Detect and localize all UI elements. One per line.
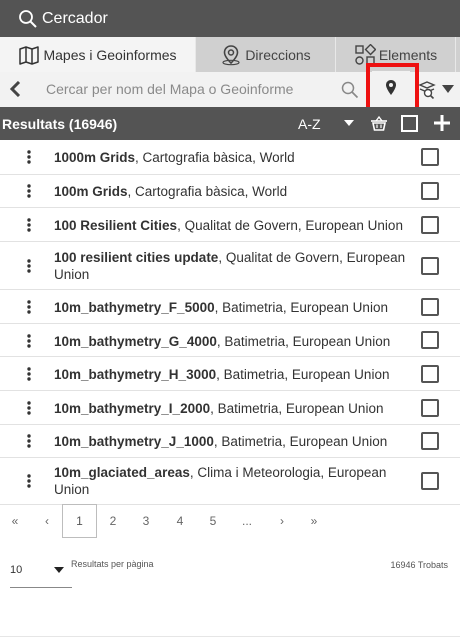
list-item[interactable]: 10m_bathymetry_I_2000, Batimetria, Europ… — [0, 391, 460, 425]
per-page-value: 10 — [10, 564, 23, 576]
page-prev[interactable]: ‹ — [37, 504, 57, 538]
tab-label: Elements — [378, 46, 438, 63]
page-1[interactable]: 1 — [62, 504, 97, 538]
more-options-icon[interactable] — [26, 474, 32, 488]
item-name: 100m Grids — [54, 184, 128, 199]
title-bar: Cercador — [0, 0, 460, 37]
page-5[interactable]: 5 — [202, 504, 224, 538]
place-marker-icon — [222, 44, 240, 65]
page-first[interactable]: « — [4, 504, 26, 538]
list-item[interactable]: 10m_glaciated_areas, Clima i Meteorologi… — [0, 458, 460, 505]
search-input[interactable] — [34, 76, 334, 102]
more-options-icon[interactable] — [26, 150, 32, 164]
tab-direccions[interactable]: Direccions — [196, 37, 336, 72]
layers-search-icon[interactable] — [418, 79, 436, 99]
item-checkbox[interactable] — [421, 331, 439, 349]
item-name: 10m_bathymetry_J_1000 — [54, 434, 214, 449]
item-name: 10m_glaciated_areas — [54, 465, 190, 480]
cercador-panel: Cercador Mapes i Geoinformes Direccions — [0, 0, 460, 644]
more-options-icon[interactable] — [26, 367, 32, 381]
item-checkbox[interactable] — [421, 148, 439, 166]
item-checkbox[interactable] — [421, 472, 439, 490]
map-icon — [19, 45, 40, 65]
list-item[interactable]: 10m_bathymetry_F_5000, Batimetria, Europ… — [0, 290, 460, 324]
more-options-icon[interactable] — [26, 334, 32, 348]
divider — [0, 636, 460, 637]
highlight-box — [366, 63, 419, 113]
item-meta: , Qualitat de Govern, European Union — [177, 218, 403, 233]
tab-label: Mapes i Geoinformes — [43, 46, 177, 63]
basket-icon[interactable] — [370, 115, 388, 133]
item-meta: , Batimetria, European Union — [216, 334, 391, 349]
select-all-checkbox[interactable] — [401, 115, 418, 132]
item-name: 10m_bathymetry_I_2000 — [54, 401, 211, 416]
item-name: 100 Resilient Cities — [54, 218, 178, 233]
list-item[interactable]: 1000m Grids, Cartografia bàsica, World — [0, 140, 460, 175]
item-name: 100 resilient cities update — [54, 250, 219, 265]
item-meta: , Cartografia bàsica, World — [135, 150, 295, 165]
results-count-title: Resultats (16946) — [2, 116, 118, 132]
item-name: 10m_bathymetry_F_5000 — [54, 300, 215, 315]
tab-label: Direccions — [245, 46, 311, 63]
item-meta: , Batimetria, European Union — [210, 401, 384, 416]
item-checkbox[interactable] — [421, 257, 439, 275]
item-meta: , Cartografia bàsica, World — [127, 184, 288, 199]
search-icon[interactable] — [341, 81, 359, 99]
item-checkbox[interactable] — [421, 182, 439, 200]
chevron-left-icon — [9, 81, 21, 97]
results-list: 1000m Grids, Cartografia bàsica, World 1… — [0, 140, 460, 505]
item-checkbox[interactable] — [421, 399, 439, 417]
item-checkbox[interactable] — [421, 365, 439, 383]
found-count: 16946 Trobats — [390, 560, 448, 570]
more-options-icon[interactable] — [26, 259, 32, 273]
search-icon — [19, 9, 37, 28]
page-4[interactable]: 4 — [169, 504, 191, 538]
more-options-icon[interactable] — [26, 434, 32, 448]
page-2[interactable]: 2 — [102, 504, 124, 538]
item-meta: , Batimetria, European Union — [216, 367, 390, 382]
item-checkbox[interactable] — [421, 298, 439, 316]
item-checkbox[interactable] — [421, 432, 439, 450]
page-last[interactable]: » — [303, 504, 325, 538]
list-item[interactable]: 100 Resilient Cities, Qualitat de Govern… — [0, 208, 460, 242]
more-options-icon[interactable] — [26, 218, 32, 232]
sort-toggle[interactable]: A-Z — [298, 116, 321, 132]
tab-mapes-geoinformes[interactable]: Mapes i Geoinformes — [0, 37, 196, 72]
sort-caret-icon[interactable] — [344, 120, 354, 126]
item-meta: , Batimetria, European Union — [213, 434, 388, 449]
page-3[interactable]: 3 — [135, 504, 157, 538]
list-item[interactable]: 10m_bathymetry_G_4000, Batimetria, Europ… — [0, 324, 460, 357]
item-meta: , Batimetria, European Union — [214, 300, 388, 315]
page-ellipsis: ... — [241, 514, 252, 528]
item-name: 10m_bathymetry_G_4000 — [54, 334, 217, 349]
item-name: 10m_bathymetry_H_3000 — [54, 367, 217, 382]
per-page-label: Resultats per pàgina — [71, 559, 154, 569]
list-item[interactable]: 100m Grids, Cartografia bàsica, World — [0, 175, 460, 208]
caret-down-icon — [54, 567, 64, 573]
plus-icon[interactable] — [433, 114, 451, 132]
page-next[interactable]: › — [271, 504, 293, 538]
item-checkbox[interactable] — [421, 216, 439, 234]
pagination: « ‹ 1 2 3 4 5 ... › » — [0, 504, 460, 538]
list-item[interactable]: 10m_bathymetry_J_1000, Batimetria, Europ… — [0, 425, 460, 458]
more-options-icon[interactable] — [26, 184, 32, 198]
list-item[interactable]: 10m_bathymetry_H_3000, Batimetria, Europ… — [0, 357, 460, 391]
caret-down-icon[interactable] — [441, 84, 455, 94]
app-title: Cercador — [42, 9, 108, 27]
list-item[interactable]: 100 resilient cities update, Qualitat de… — [0, 242, 460, 290]
item-name: 1000m Grids — [54, 150, 136, 165]
back-button[interactable] — [4, 78, 26, 100]
results-header: Resultats (16946) A-Z — [0, 107, 460, 140]
more-options-icon[interactable] — [26, 401, 32, 415]
results-per-page-select[interactable]: 10 — [10, 563, 72, 588]
more-options-icon[interactable] — [26, 300, 32, 314]
